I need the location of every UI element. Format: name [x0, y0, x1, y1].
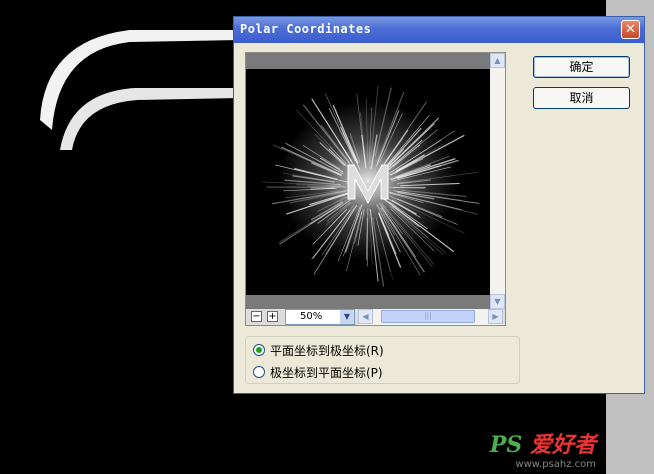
- dialog-title: Polar Coordinates: [240, 22, 372, 36]
- watermark-url: www.psahz.com: [515, 459, 596, 470]
- scroll-left-icon[interactable]: ◀: [358, 309, 373, 324]
- watermark: PS 爱好者 www.psahz.com: [490, 427, 596, 470]
- radio-selected-icon[interactable]: [253, 344, 265, 356]
- preview-controls: − + 50% ▼ ◀ ||| ▶: [245, 309, 506, 327]
- ok-button[interactable]: 确定: [533, 56, 630, 78]
- close-icon: ✕: [625, 22, 636, 37]
- zoom-in-button[interactable]: +: [267, 311, 278, 322]
- zoom-select[interactable]: 50% ▼: [285, 309, 355, 325]
- preview-image[interactable]: [246, 69, 490, 295]
- scroll-down-icon[interactable]: ▼: [490, 294, 505, 309]
- cancel-button[interactable]: 取消: [533, 87, 630, 109]
- polar-coordinates-dialog: Polar Coordinates ✕ ▲ ▼ − + 50% ▼ ◀ ||| …: [233, 16, 645, 394]
- conversion-options: 平面坐标到极坐标(R) 极坐标到平面坐标(P): [245, 336, 520, 384]
- zoom-out-button[interactable]: −: [251, 311, 262, 322]
- radio-unselected-icon[interactable]: [253, 366, 265, 378]
- preview-top-band: [246, 53, 490, 69]
- radio-label-rect-to-polar: 平面坐标到极坐标(R): [270, 344, 384, 358]
- radio-label-polar-to-rect: 极坐标到平面坐标(P): [270, 366, 383, 380]
- preview-horizontal-scrollbar[interactable]: ◀ ||| ▶: [358, 309, 503, 325]
- close-button[interactable]: ✕: [621, 20, 640, 39]
- watermark-text: 爱好者: [529, 432, 596, 458]
- scroll-up-icon[interactable]: ▲: [490, 53, 505, 68]
- scroll-thumb[interactable]: |||: [381, 310, 475, 323]
- polar-burst-preview: [262, 85, 480, 287]
- zoom-value: 50%: [300, 311, 323, 322]
- preview-vertical-scrollbar[interactable]: ▲ ▼: [490, 53, 505, 309]
- chevron-down-icon[interactable]: ▼: [340, 310, 354, 324]
- watermark-ps: PS: [489, 432, 523, 458]
- scroll-right-icon[interactable]: ▶: [488, 309, 503, 324]
- dialog-titlebar[interactable]: Polar Coordinates ✕: [234, 17, 644, 43]
- watermark-logo: PS 爱好者: [490, 427, 596, 459]
- preview-bottom-band: [246, 295, 490, 309]
- preview-pane[interactable]: ▲ ▼: [245, 52, 506, 326]
